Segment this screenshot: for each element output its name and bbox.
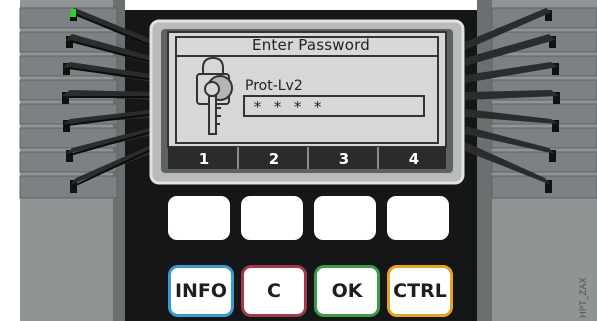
ctrl-button[interactable]: CTRL — [387, 265, 453, 317]
relay-front-panel: Enter Password Prot-Lv2 * * * * 1 2 3 4 … — [0, 0, 597, 321]
softkey-1[interactable]: 1 — [168, 150, 240, 168]
password-field[interactable]: * * * * — [243, 95, 425, 117]
figure-watermark: HPT_ZAX — [579, 277, 589, 318]
screen-title: Enter Password — [252, 36, 370, 54]
function-button-4[interactable] — [387, 196, 449, 240]
led-indicator — [70, 9, 76, 17]
function-button-1[interactable] — [168, 196, 230, 240]
softkey-3[interactable]: 3 — [308, 150, 380, 168]
function-button-2[interactable] — [241, 196, 303, 240]
protection-level-label: Prot-Lv2 — [245, 78, 303, 94]
softkey-4[interactable]: 4 — [378, 150, 450, 168]
clear-button[interactable]: C — [241, 265, 307, 317]
softkey-2[interactable]: 2 — [238, 150, 310, 168]
info-button[interactable]: INFO — [168, 265, 234, 317]
ok-button[interactable]: OK — [314, 265, 380, 317]
function-button-3[interactable] — [314, 196, 376, 240]
